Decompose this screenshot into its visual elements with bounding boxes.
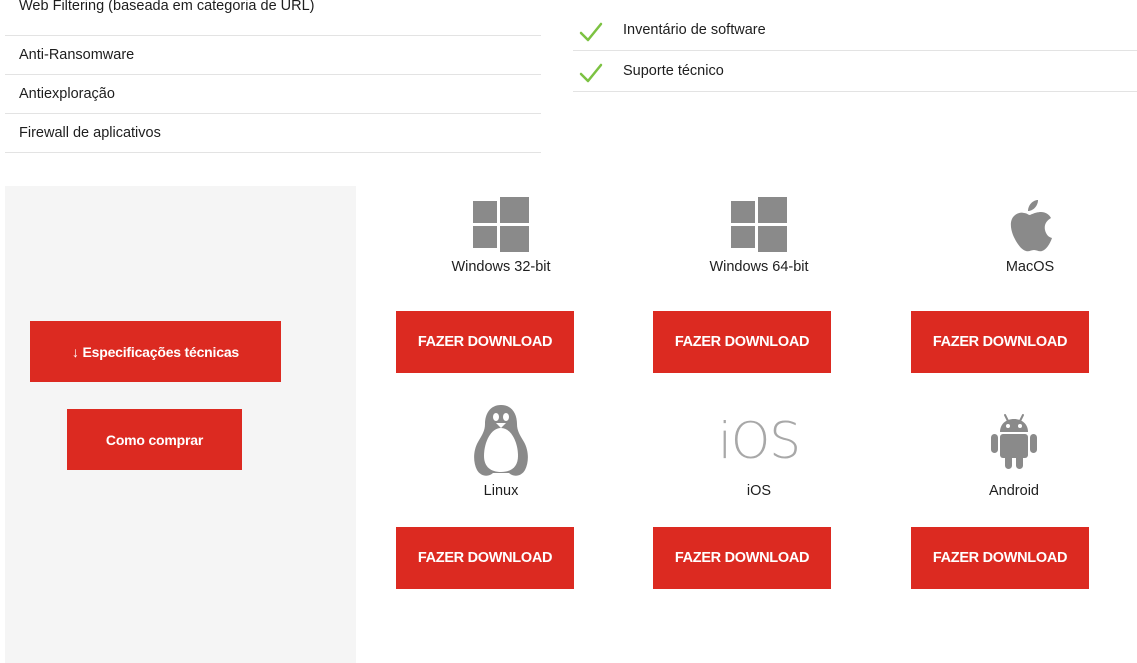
download-button-android[interactable]: FAZER DOWNLOAD <box>911 527 1089 589</box>
android-icon <box>914 405 1114 477</box>
feature-list-left: Web Filtering (baseada em categoria de U… <box>5 0 541 153</box>
feature-item: Firewall de aplicativos <box>5 114 541 153</box>
how-to-buy-button[interactable]: Como comprar <box>67 409 242 470</box>
ios-icon: iOS <box>718 412 801 470</box>
feature-item: Web Filtering (baseada em categoria de U… <box>5 0 541 36</box>
platform-android: Android <box>914 405 1114 499</box>
download-button-ios[interactable]: FAZER DOWNLOAD <box>653 527 831 589</box>
platform-ios: iOS iOS <box>659 405 859 499</box>
linux-penguin-icon <box>401 405 601 477</box>
platform-windows-32: Windows 32-bit <box>401 194 601 275</box>
feature-label: Suporte técnico <box>623 63 724 79</box>
feature-item: Inventário de software <box>573 10 1137 51</box>
download-button-macos[interactable]: FAZER DOWNLOAD <box>911 311 1089 373</box>
feature-item: Antiexploração <box>5 75 541 114</box>
feature-label: Anti-Ransomware <box>19 47 135 63</box>
checkmark-icon <box>573 62 609 84</box>
feature-label: Inventário de software <box>623 22 766 38</box>
platform-name: Android <box>989 483 1039 499</box>
platform-name: Linux <box>483 483 519 499</box>
platform-linux: Linux <box>401 405 601 499</box>
platform-name: MacOS <box>1005 259 1055 275</box>
feature-list-right: Inventário de software Suporte técnico <box>573 10 1137 92</box>
feature-item: Suporte técnico <box>573 51 1137 92</box>
windows-icon <box>401 194 601 254</box>
platform-name: Windows 32-bit <box>451 259 551 275</box>
platform-macos: MacOS <box>930 194 1130 275</box>
technical-specs-button[interactable]: ↓ Especificações técnicas <box>30 321 281 382</box>
feature-label: Web Filtering (baseada em categoria de U… <box>19 0 315 14</box>
platform-windows-64: Windows 64-bit <box>659 194 859 275</box>
download-button-windows-32[interactable]: FAZER DOWNLOAD <box>396 311 574 373</box>
download-button-windows-64[interactable]: FAZER DOWNLOAD <box>653 311 831 373</box>
feature-item: Anti-Ransomware <box>5 36 541 75</box>
platform-name: iOS <box>746 483 772 499</box>
checkmark-icon <box>573 21 609 43</box>
feature-label: Antiexploração <box>19 86 115 102</box>
windows-icon <box>659 194 859 254</box>
download-button-linux[interactable]: FAZER DOWNLOAD <box>396 527 574 589</box>
actions-panel: ↓ Especificações técnicas Como comprar <box>5 186 356 663</box>
apple-icon <box>930 194 1130 254</box>
feature-label: Firewall de aplicativos <box>19 125 161 141</box>
platform-name: Windows 64-bit <box>709 259 809 275</box>
